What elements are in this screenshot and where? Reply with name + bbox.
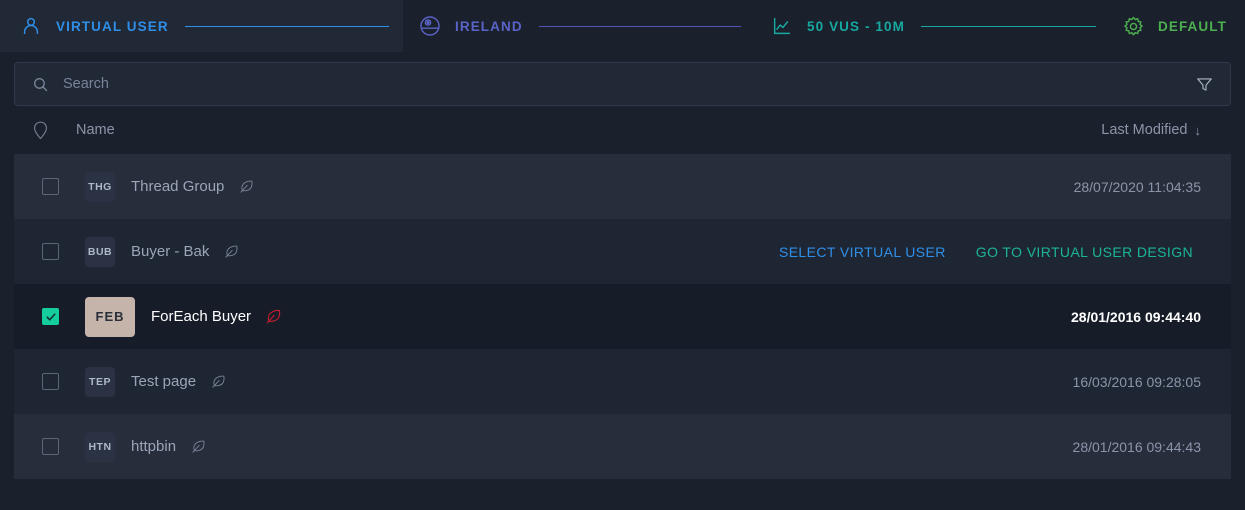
column-header-last-modified-label: Last Modified (1101, 122, 1188, 138)
row-type-badge: FEB (85, 296, 135, 337)
breadcrumb-item-vus[interactable]: 50 VUS - 10M (755, 0, 1110, 52)
select-virtual-user-button[interactable]: SELECT VIRTUAL USER (779, 244, 946, 260)
user-icon (16, 11, 46, 41)
row-last-modified: 28/07/2020 11:04:35 (1073, 178, 1201, 195)
row-type-badge: TEP (85, 366, 115, 397)
column-header-last-modified[interactable]: Last Modified ↓ (1101, 122, 1231, 138)
search-icon (29, 73, 51, 95)
gear-icon (1118, 11, 1148, 41)
breadcrumb: VIRTUAL USER IRELAND 50 VUS - 10M DEFAUL… (0, 0, 1245, 52)
pin-outline-icon[interactable] (22, 120, 58, 141)
row-type-badge: HTN (85, 431, 115, 462)
search-input[interactable] (63, 76, 1192, 92)
row-name: Buyer - Bak (131, 243, 210, 260)
breadcrumb-rule-vus (920, 25, 1096, 27)
table-row[interactable]: THG Thread Group 28/07/2020 11:04:35 (14, 154, 1231, 219)
breadcrumb-rule-ireland (538, 25, 741, 27)
breadcrumb-label-vus: 50 VUS - 10M (807, 18, 905, 34)
filter-funnel-icon[interactable] (1192, 72, 1216, 96)
sort-descending-icon: ↓ (1194, 122, 1202, 138)
row-last-modified: 28/01/2016 09:44:43 (1072, 438, 1201, 455)
line-chart-icon (767, 11, 797, 41)
breadcrumb-label-virtual-user: VIRTUAL USER (56, 18, 169, 34)
table-row-selected[interactable]: FEB ForEach Buyer 28/01/2016 09:44:40 (14, 284, 1231, 349)
table-header: Name Last Modified ↓ (0, 106, 1245, 154)
breadcrumb-label-ireland: IRELAND (455, 18, 523, 34)
search-bar[interactable] (14, 62, 1231, 106)
row-last-modified: 28/01/2016 09:44:40 (1071, 308, 1201, 325)
row-checkbox[interactable] (42, 373, 59, 390)
globe-icon (415, 11, 445, 41)
table-row[interactable]: HTN httpbin 28/01/2016 09:44:43 (14, 414, 1231, 479)
row-name: httpbin (131, 438, 177, 455)
table-body: THG Thread Group 28/07/2020 11:04:35 BUB… (14, 154, 1231, 484)
go-to-virtual-user-design-button[interactable]: GO TO VIRTUAL USER DESIGN (976, 244, 1193, 260)
breadcrumb-item-virtual-user[interactable]: VIRTUAL USER (0, 0, 405, 52)
row-type-badge: BUB (85, 236, 115, 267)
row-name: Test page (131, 373, 197, 390)
column-header-name[interactable]: Name (76, 122, 1101, 138)
breadcrumb-item-default[interactable]: DEFAULT (1110, 0, 1245, 52)
feather-icon[interactable] (236, 177, 256, 197)
row-type-badge: THG (85, 171, 115, 202)
breadcrumb-rule-virtual-user (184, 25, 389, 27)
row-last-modified: 16/03/2016 09:28:05 (1072, 373, 1201, 390)
row-actions: SELECT VIRTUAL USER GO TO VIRTUAL USER D… (779, 244, 1193, 260)
row-checkbox[interactable] (42, 308, 59, 325)
row-checkbox[interactable] (42, 178, 59, 195)
feather-icon[interactable] (188, 437, 208, 457)
row-name: ForEach Buyer (151, 308, 252, 325)
row-name: Thread Group (131, 178, 225, 195)
feather-icon-red[interactable] (263, 307, 283, 327)
row-checkbox[interactable] (42, 438, 59, 455)
breadcrumb-item-ireland[interactable]: IRELAND (405, 0, 755, 52)
table-row[interactable]: TEP Test page 16/03/2016 09:28:05 (14, 349, 1231, 414)
feather-icon[interactable] (221, 242, 241, 262)
table-row[interactable]: BUB Buyer - Bak SELECT VIRTUAL USER GO T… (14, 219, 1231, 284)
feather-icon[interactable] (208, 372, 228, 392)
breadcrumb-label-default: DEFAULT (1158, 18, 1227, 34)
row-checkbox[interactable] (42, 243, 59, 260)
